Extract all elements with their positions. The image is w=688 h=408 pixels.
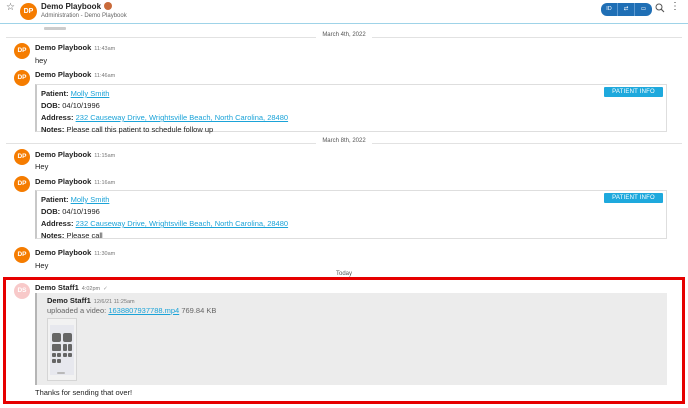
avatar[interactable]: DP: [14, 43, 30, 59]
patient-info-button[interactable]: PATIENT INFO: [604, 87, 663, 97]
upload-line: uploaded a video: 1638807937788.mp4 769.…: [47, 306, 216, 315]
author-name[interactable]: Demo Playbook: [35, 177, 91, 186]
patient-info-button[interactable]: PATIENT INFO: [604, 193, 663, 203]
author-name[interactable]: Demo Playbook: [35, 43, 91, 52]
message-text: Thanks for sending that over!: [35, 388, 133, 397]
author-name[interactable]: Demo Playbook: [35, 248, 91, 257]
patient-card: Patient: Molly Smith DOB: 04/10/1996 Add…: [35, 84, 667, 134]
message-time: 11:15am: [94, 153, 116, 159]
channel-title: Demo Playbook: [41, 2, 113, 11]
video-call-button[interactable]: ▭: [635, 3, 652, 16]
author-name[interactable]: Demo Staff1: [35, 283, 79, 292]
dob-line: DOB: 04/10/1996: [41, 207, 100, 216]
avatar[interactable]: DP: [14, 247, 30, 263]
upload-prefix: uploaded a video:: [47, 306, 107, 315]
message-time: 11:30am: [94, 251, 116, 257]
message-time: 11:46am: [94, 73, 116, 79]
notes-value: Please call: [66, 231, 103, 240]
header-button-group: ID ⇄ ▭: [601, 3, 652, 16]
address-line: Address: 232 Causeway Drive, Wrightsvill…: [41, 219, 289, 228]
message-author: Demo Playbook 11:15am: [35, 150, 115, 159]
file-size: 769.84 KB: [181, 306, 217, 315]
scroll-remnant: [44, 27, 66, 30]
author-name[interactable]: Demo Playbook: [35, 70, 91, 79]
avatar[interactable]: DS: [14, 283, 30, 299]
swap-button[interactable]: ⇄: [618, 3, 635, 16]
date-divider: March 8th, 2022: [0, 138, 688, 148]
patient-card: Patient: Molly Smith DOB: 04/10/1996 Add…: [35, 190, 667, 240]
video-file-link[interactable]: 1638807937788.mp4: [108, 306, 179, 315]
notes-line: Notes: Please call this patient to sched…: [41, 125, 214, 134]
avatar[interactable]: DP: [14, 176, 30, 192]
kebab-menu-icon[interactable]: ⋮: [670, 2, 680, 12]
quoted-message: Demo Staff1 12/6/21 11:25am uploaded a vi…: [35, 293, 667, 385]
message-time: 4:02pm: [81, 286, 101, 292]
home-indicator: [57, 372, 65, 374]
date-divider-label: March 8th, 2022: [316, 138, 372, 144]
avatar[interactable]: DP: [14, 149, 30, 165]
notes-value: Please call this patient to schedule fol…: [66, 125, 214, 134]
patient-link[interactable]: Molly Smith: [71, 89, 110, 98]
date-divider-label: March 4th, 2022: [316, 32, 372, 38]
id-card-button[interactable]: ID: [601, 3, 618, 16]
dob-line: DOB: 04/10/1996: [41, 101, 100, 110]
dob-value: 04/10/1996: [62, 207, 100, 216]
thumbnail-screen: [50, 325, 74, 375]
message-author: Demo Staff1 4:02pm ✓: [35, 283, 108, 292]
delivered-check-icon: ✓: [103, 286, 108, 292]
star-icon[interactable]: ☆: [6, 3, 15, 13]
quote-author: Demo Staff1 12/6/21 11:25am: [47, 296, 135, 305]
message-author: Demo Playbook 11:46am: [35, 70, 115, 79]
address-link[interactable]: 232 Causeway Drive, Wrightsville Beach, …: [76, 219, 288, 228]
message-text: hey: [35, 56, 48, 65]
video-thumbnail[interactable]: [47, 318, 77, 381]
notes-line: Notes: Please call: [41, 231, 103, 240]
author-name[interactable]: Demo Playbook: [35, 150, 91, 159]
patient-line: Patient: Molly Smith: [41, 89, 110, 98]
address-line: Address: 232 Causeway Drive, Wrightsvill…: [41, 113, 289, 122]
dob-value: 04/10/1996: [62, 101, 100, 110]
patient-line: Patient: Molly Smith: [41, 195, 110, 204]
emoji-icon: [104, 2, 113, 10]
chat-header: ☆ DP Demo Playbook Administration - Demo…: [0, 0, 688, 24]
message-author: Demo Playbook 11:43am: [35, 43, 115, 52]
address-link[interactable]: 232 Causeway Drive, Wrightsville Beach, …: [76, 113, 288, 122]
message-text: Hey: [35, 261, 49, 270]
quote-time: 12/6/21 11:25am: [93, 299, 135, 305]
message-text: Hey: [35, 162, 49, 171]
patient-link[interactable]: Molly Smith: [71, 195, 110, 204]
channel-subtitle: Administration - Demo Playbook: [41, 13, 127, 19]
message-author: Demo Playbook 11:30am: [35, 248, 115, 257]
message-time: 11:16am: [94, 180, 116, 186]
header-avatar[interactable]: DP: [20, 3, 37, 20]
avatar[interactable]: DP: [14, 70, 30, 86]
message-time: 11:43am: [94, 46, 116, 52]
quote-author-name: Demo Staff1: [47, 296, 91, 305]
channel-title-text: Demo Playbook: [41, 2, 102, 11]
search-icon[interactable]: [655, 3, 665, 13]
message-author: Demo Playbook 11:16am: [35, 177, 115, 186]
date-divider: March 4th, 2022: [0, 32, 688, 42]
